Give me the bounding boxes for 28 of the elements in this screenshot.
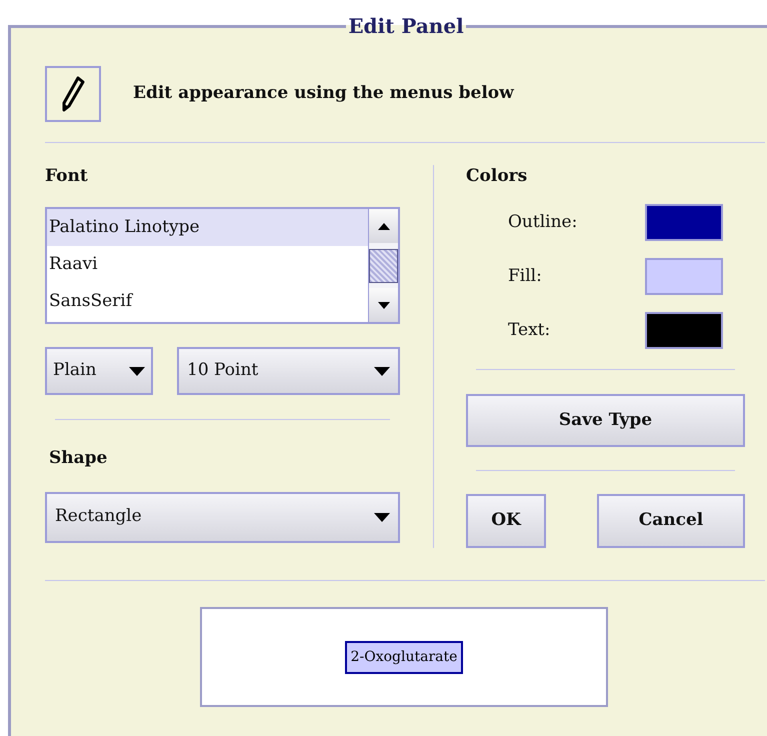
font-label: Font: [45, 165, 89, 187]
cancel-button[interactable]: Cancel: [597, 494, 745, 548]
scroll-down-button[interactable]: [369, 288, 398, 322]
instruction-text: Edit appearance using the menus below: [133, 82, 514, 106]
up-arrow-icon: [378, 222, 390, 230]
scroll-thumb[interactable]: [369, 249, 398, 283]
scroll-up-button[interactable]: [369, 209, 398, 243]
style-dropdown[interactable]: Plain: [45, 347, 153, 395]
colors-label: Colors: [466, 165, 528, 187]
font-list-item[interactable]: Palatino Linotype: [47, 209, 368, 246]
shape-label: Shape: [49, 447, 108, 470]
caret-icon: [374, 366, 390, 376]
panel-title: Edit Panel: [347, 14, 465, 38]
down-arrow-icon: [378, 301, 390, 309]
pencil-icon: [45, 66, 101, 122]
save-type-button[interactable]: Save Type: [466, 394, 745, 447]
color-swatch[interactable]: [645, 312, 723, 349]
caret-icon: [129, 366, 145, 376]
ok-button[interactable]: OK: [466, 494, 546, 548]
size-dropdown[interactable]: 10 Point: [177, 347, 400, 395]
color-label: Outline:: [508, 210, 578, 234]
preview-node: 2-Oxoglutarate: [344, 640, 464, 674]
color-swatch[interactable]: [645, 204, 723, 241]
color-swatch[interactable]: [645, 258, 723, 295]
color-label: Text:: [508, 318, 550, 342]
shape-dropdown[interactable]: Rectangle: [45, 492, 400, 542]
color-label: Fill:: [508, 264, 542, 288]
caret-icon: [374, 512, 390, 522]
